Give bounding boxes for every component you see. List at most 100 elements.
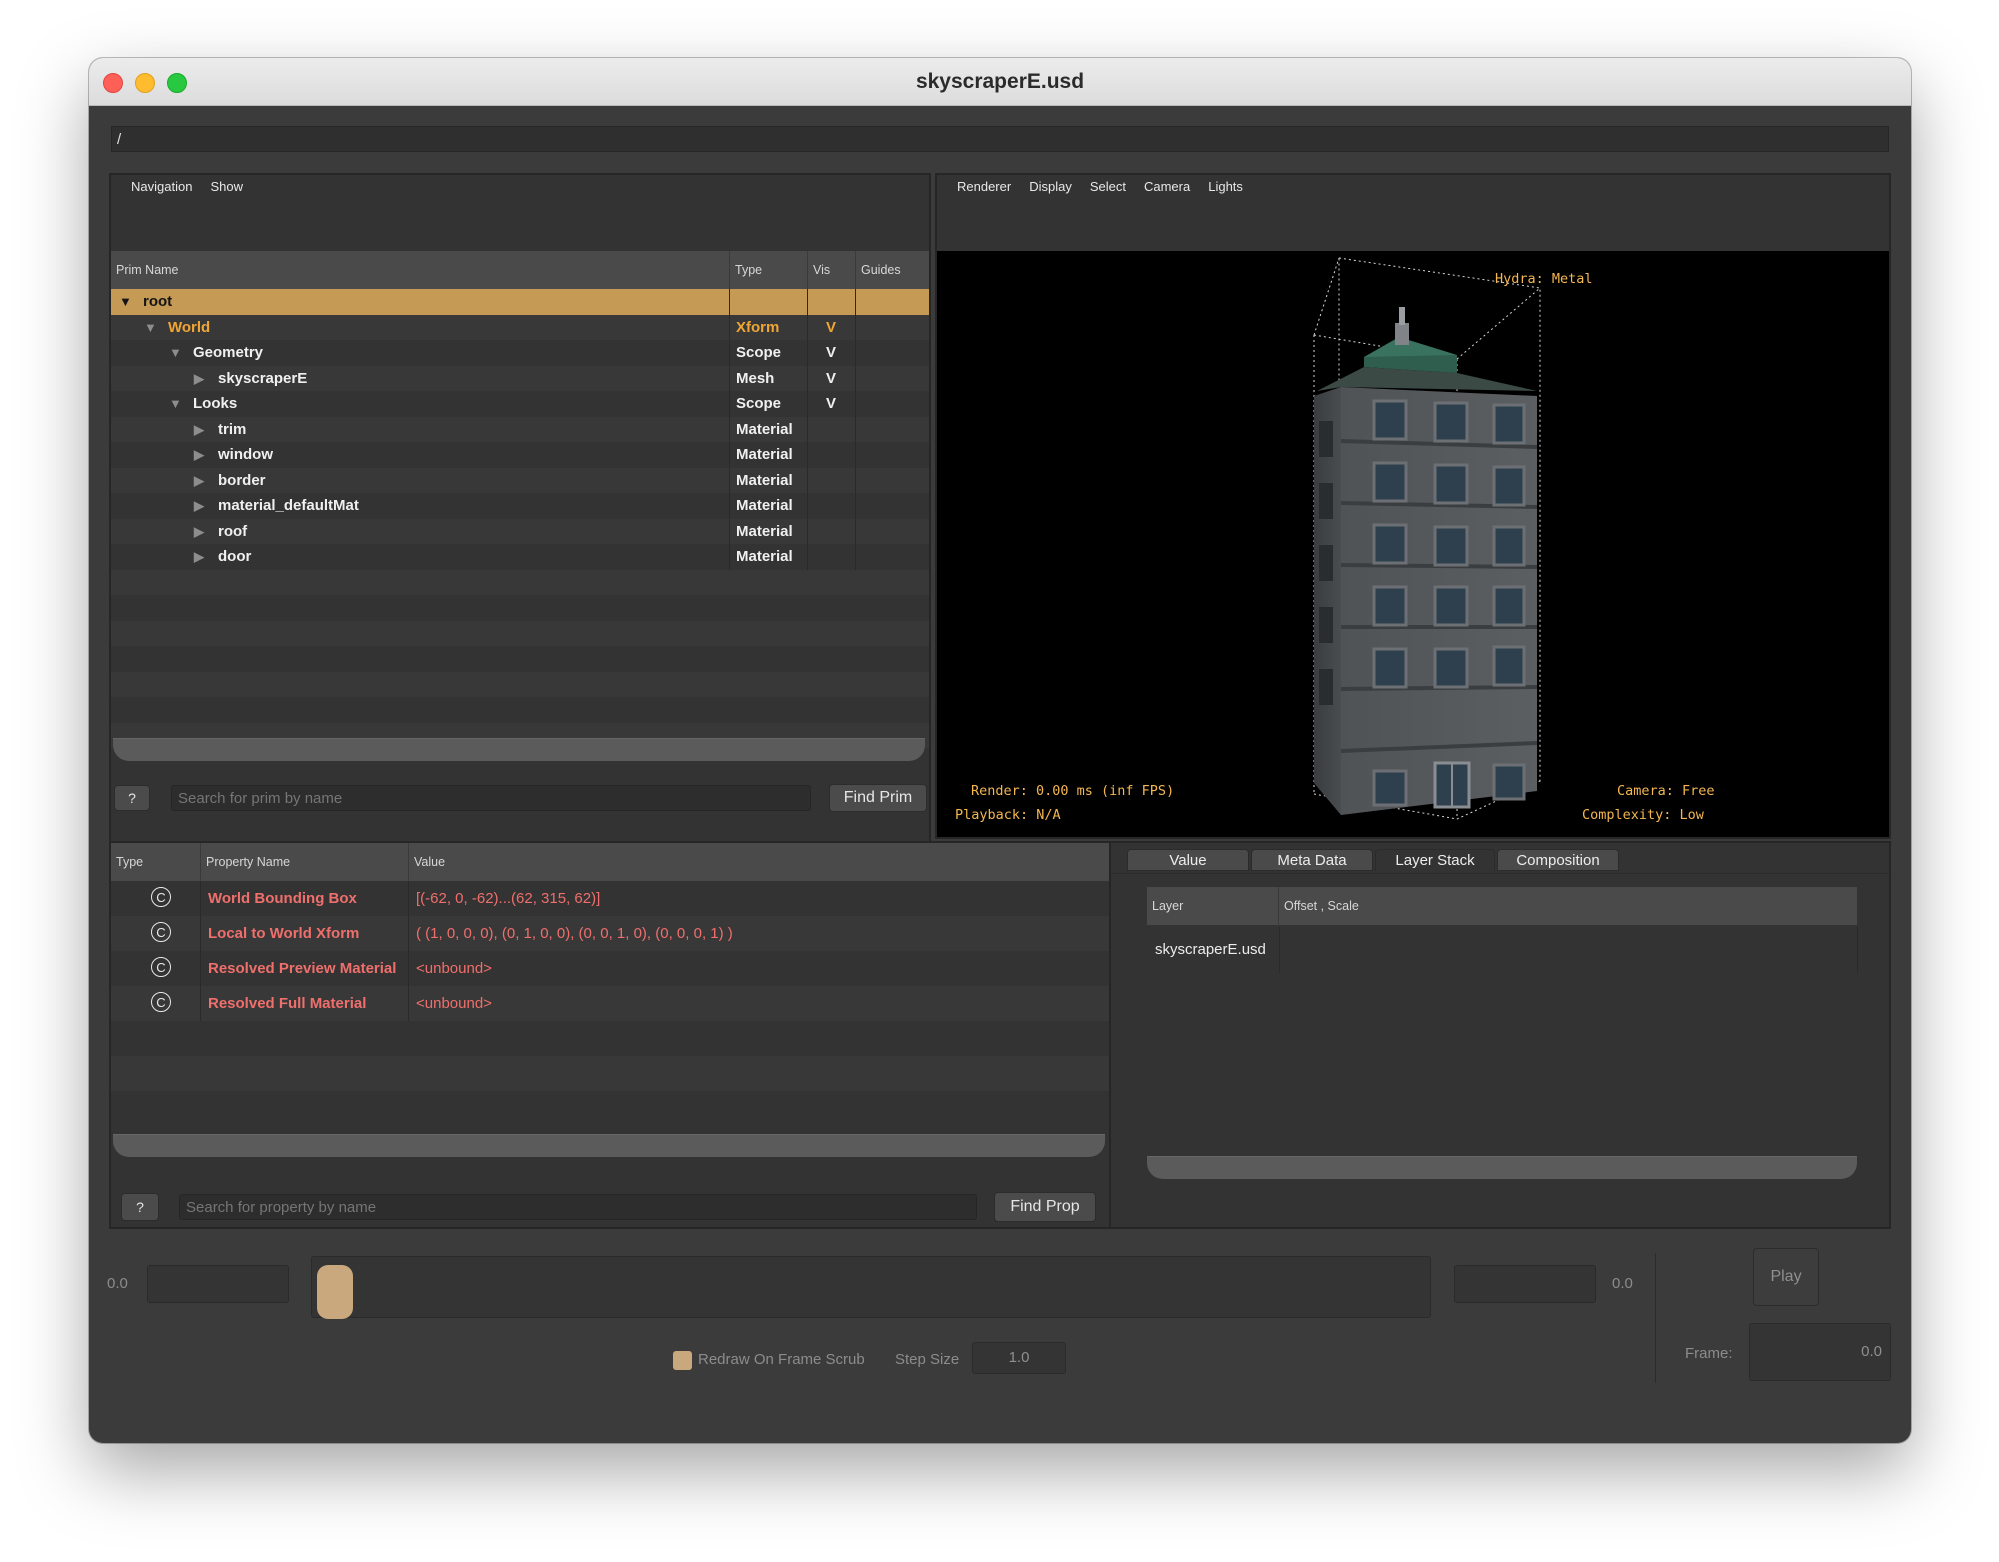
window-title: skyscraperE.usd — [915, 70, 1085, 93]
start-frame-field[interactable] — [147, 1265, 289, 1303]
prim-name: World — [168, 318, 211, 336]
path-field[interactable]: / — [111, 126, 1889, 152]
column-divider — [807, 314, 808, 340]
property-search-input[interactable] — [179, 1194, 977, 1220]
column-divider — [855, 442, 856, 468]
column-layer[interactable]: Layer — [1147, 887, 1279, 925]
menu-renderer[interactable]: Renderer — [957, 179, 1011, 194]
property-row[interactable]: C World Bounding Box [(-62, 0, -62)...(62,… — [111, 881, 1109, 916]
prim-row[interactable]: ▶ door Material — [111, 544, 929, 570]
find-prop-button[interactable]: Find Prop — [994, 1192, 1096, 1222]
column-prop-type[interactable]: Type — [111, 843, 201, 881]
menu-show[interactable]: Show — [210, 179, 243, 194]
tab-composition[interactable]: Composition — [1497, 849, 1619, 871]
collapse-triangle-icon[interactable]: ▶ — [194, 544, 210, 569]
empty-row — [111, 1091, 1109, 1126]
prim-row[interactable]: ▶ material_defaultMat Material — [111, 493, 929, 519]
prim-row[interactable]: ▼ root — [111, 289, 929, 315]
frame-field[interactable]: 0.0 — [1749, 1323, 1891, 1381]
prim-row[interactable]: ▼ Geometry Scope V — [111, 340, 929, 366]
column-prop-value[interactable]: Value — [409, 843, 1109, 881]
layer-stack-row[interactable]: skyscraperE.usd — [1147, 927, 1858, 973]
prim-type: Material — [736, 522, 793, 540]
tab-value[interactable]: Value — [1127, 849, 1249, 871]
expand-triangle-icon[interactable]: ▼ — [119, 289, 135, 314]
column-divider — [729, 518, 730, 544]
prim-row[interactable]: ▶ roof Material — [111, 518, 929, 544]
play-button[interactable]: Play — [1753, 1248, 1819, 1306]
column-guides[interactable]: Guides — [856, 251, 929, 289]
inspector-panel: Value Meta Data Layer Stack Composition Lay… — [1109, 841, 1891, 1229]
empty-row — [111, 646, 929, 672]
prim-search-input[interactable] — [171, 785, 811, 811]
column-divider — [807, 365, 808, 391]
layer-stack-scrollbar[interactable] — [1147, 1156, 1857, 1179]
menu-select[interactable]: Select — [1090, 179, 1126, 194]
start-frame-label: 0.0 — [107, 1275, 128, 1292]
prim-row[interactable]: ▼ World Xform V — [111, 314, 929, 340]
property-help-button[interactable]: ? — [121, 1193, 159, 1221]
property-table: C World Bounding Box [(-62, 0, -62)...(62,… — [111, 881, 1109, 1131]
column-divider — [729, 391, 730, 417]
column-divider — [855, 544, 856, 570]
menu-navigation[interactable]: Navigation — [131, 179, 192, 194]
column-divider — [729, 416, 730, 442]
collapse-triangle-icon[interactable]: ▶ — [194, 366, 210, 391]
prim-vis-toggle[interactable]: V — [826, 395, 836, 412]
expand-triangle-icon[interactable]: ▼ — [169, 391, 185, 416]
frame-slider-track[interactable] — [311, 1256, 1431, 1318]
expand-triangle-icon[interactable]: ▼ — [169, 340, 185, 365]
hud-renderer: Hydra: Metal — [1495, 271, 1593, 287]
viewer-panel: Renderer Display Select Camera Lights Hy… — [935, 173, 1891, 839]
collapse-triangle-icon[interactable]: ▶ — [194, 519, 210, 544]
prim-row[interactable]: ▶ window Material — [111, 442, 929, 468]
prim-vis-toggle[interactable]: V — [826, 370, 836, 387]
prim-row[interactable]: ▶ skyscraperE Mesh V — [111, 365, 929, 391]
prim-help-button[interactable]: ? — [114, 785, 150, 811]
prim-vis-toggle[interactable]: V — [826, 344, 836, 361]
column-divider — [855, 289, 856, 315]
find-prim-button[interactable]: Find Prim — [829, 784, 927, 812]
column-vis[interactable]: Vis — [808, 251, 856, 289]
property-row[interactable]: C Resolved Preview Material <unbound> — [111, 951, 1109, 986]
column-prop-name[interactable]: Property Name — [201, 843, 409, 881]
column-divider — [855, 416, 856, 442]
prim-row[interactable]: ▼ Looks Scope V — [111, 391, 929, 417]
column-offset-scale[interactable]: Offset , Scale — [1279, 887, 1857, 925]
menu-lights[interactable]: Lights — [1208, 179, 1243, 194]
property-scrollbar[interactable] — [113, 1134, 1105, 1157]
3d-viewport[interactable]: Hydra: Metal Render: 0.00 ms (inf FPS) P… — [937, 251, 1889, 837]
redraw-checkbox[interactable] — [673, 1351, 692, 1370]
column-divider — [807, 518, 808, 544]
prim-name: roof — [218, 522, 248, 540]
prim-type: Material — [736, 471, 793, 489]
menu-display[interactable]: Display — [1029, 179, 1072, 194]
empty-row — [111, 569, 929, 595]
prim-tree-scrollbar[interactable] — [113, 738, 925, 761]
empty-row — [111, 1056, 1109, 1091]
prim-vis-toggle[interactable]: V — [826, 319, 836, 336]
column-divider — [729, 314, 730, 340]
prim-name: skyscraperE — [218, 369, 308, 387]
menu-camera[interactable]: Camera — [1144, 179, 1190, 194]
expand-triangle-icon[interactable]: ▼ — [144, 315, 160, 340]
end-frame-field[interactable] — [1454, 1265, 1596, 1303]
column-divider — [855, 314, 856, 340]
collapse-triangle-icon[interactable]: ▶ — [194, 468, 210, 493]
step-size-field[interactable]: 1.0 — [972, 1342, 1066, 1374]
prim-type: Material — [736, 446, 793, 463]
prim-row[interactable]: ▶ border Material — [111, 467, 929, 493]
collapse-triangle-icon[interactable]: ▶ — [194, 417, 210, 442]
tab-layer-stack[interactable]: Layer Stack — [1375, 849, 1495, 871]
collapse-triangle-icon[interactable]: ▶ — [194, 442, 210, 467]
prim-name: door — [218, 548, 252, 565]
property-row[interactable]: C Local to World Xform ( (1, 0, 0, 0), (0,… — [111, 916, 1109, 951]
empty-row — [111, 620, 929, 646]
property-row[interactable]: C Resolved Full Material <unbound> — [111, 986, 1109, 1021]
frame-slider-handle[interactable] — [317, 1265, 353, 1319]
column-type[interactable]: Type — [730, 251, 808, 289]
tab-meta-data[interactable]: Meta Data — [1251, 849, 1373, 871]
prim-row[interactable]: ▶ trim Material — [111, 416, 929, 442]
collapse-triangle-icon[interactable]: ▶ — [194, 493, 210, 518]
column-prim-name[interactable]: Prim Name — [111, 251, 730, 289]
